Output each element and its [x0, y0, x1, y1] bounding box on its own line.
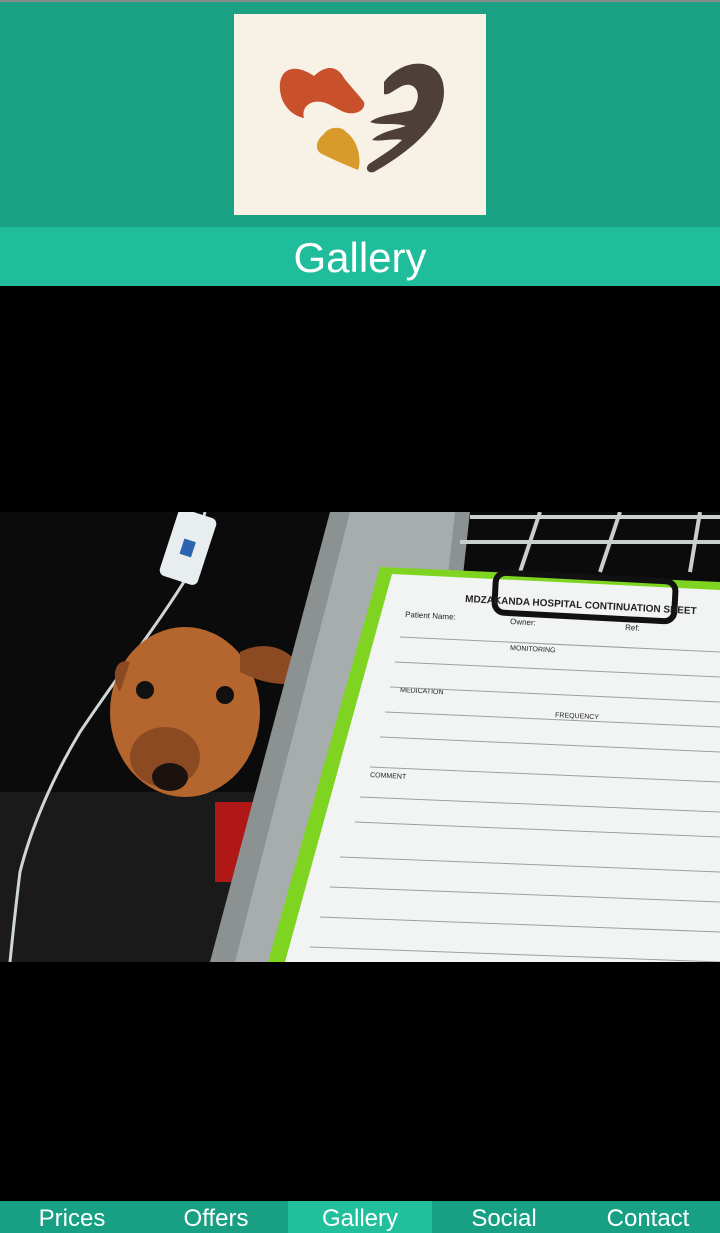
app-header [0, 0, 720, 227]
nav-contact[interactable]: Contact [576, 1201, 720, 1233]
nav-social[interactable]: Social [432, 1201, 576, 1233]
bottom-nav: Prices Offers Gallery Social Contact [0, 1201, 720, 1233]
gallery-viewer[interactable]: MDZAKANDA HOSPITAL CONTINUATION SHEET Pa… [0, 286, 720, 1201]
ref-label: Ref: [625, 623, 640, 633]
dog-with-iv-drip-photo[interactable]: MDZAKANDA HOSPITAL CONTINUATION SHEET Pa… [0, 512, 720, 962]
pet-care-heart-logo [234, 14, 486, 215]
nav-gallery[interactable]: Gallery [288, 1201, 432, 1233]
nav-prices[interactable]: Prices [0, 1201, 144, 1233]
nav-offers[interactable]: Offers [144, 1201, 288, 1233]
owner-label: Owner: [510, 617, 536, 627]
page-title: Gallery [0, 227, 720, 286]
